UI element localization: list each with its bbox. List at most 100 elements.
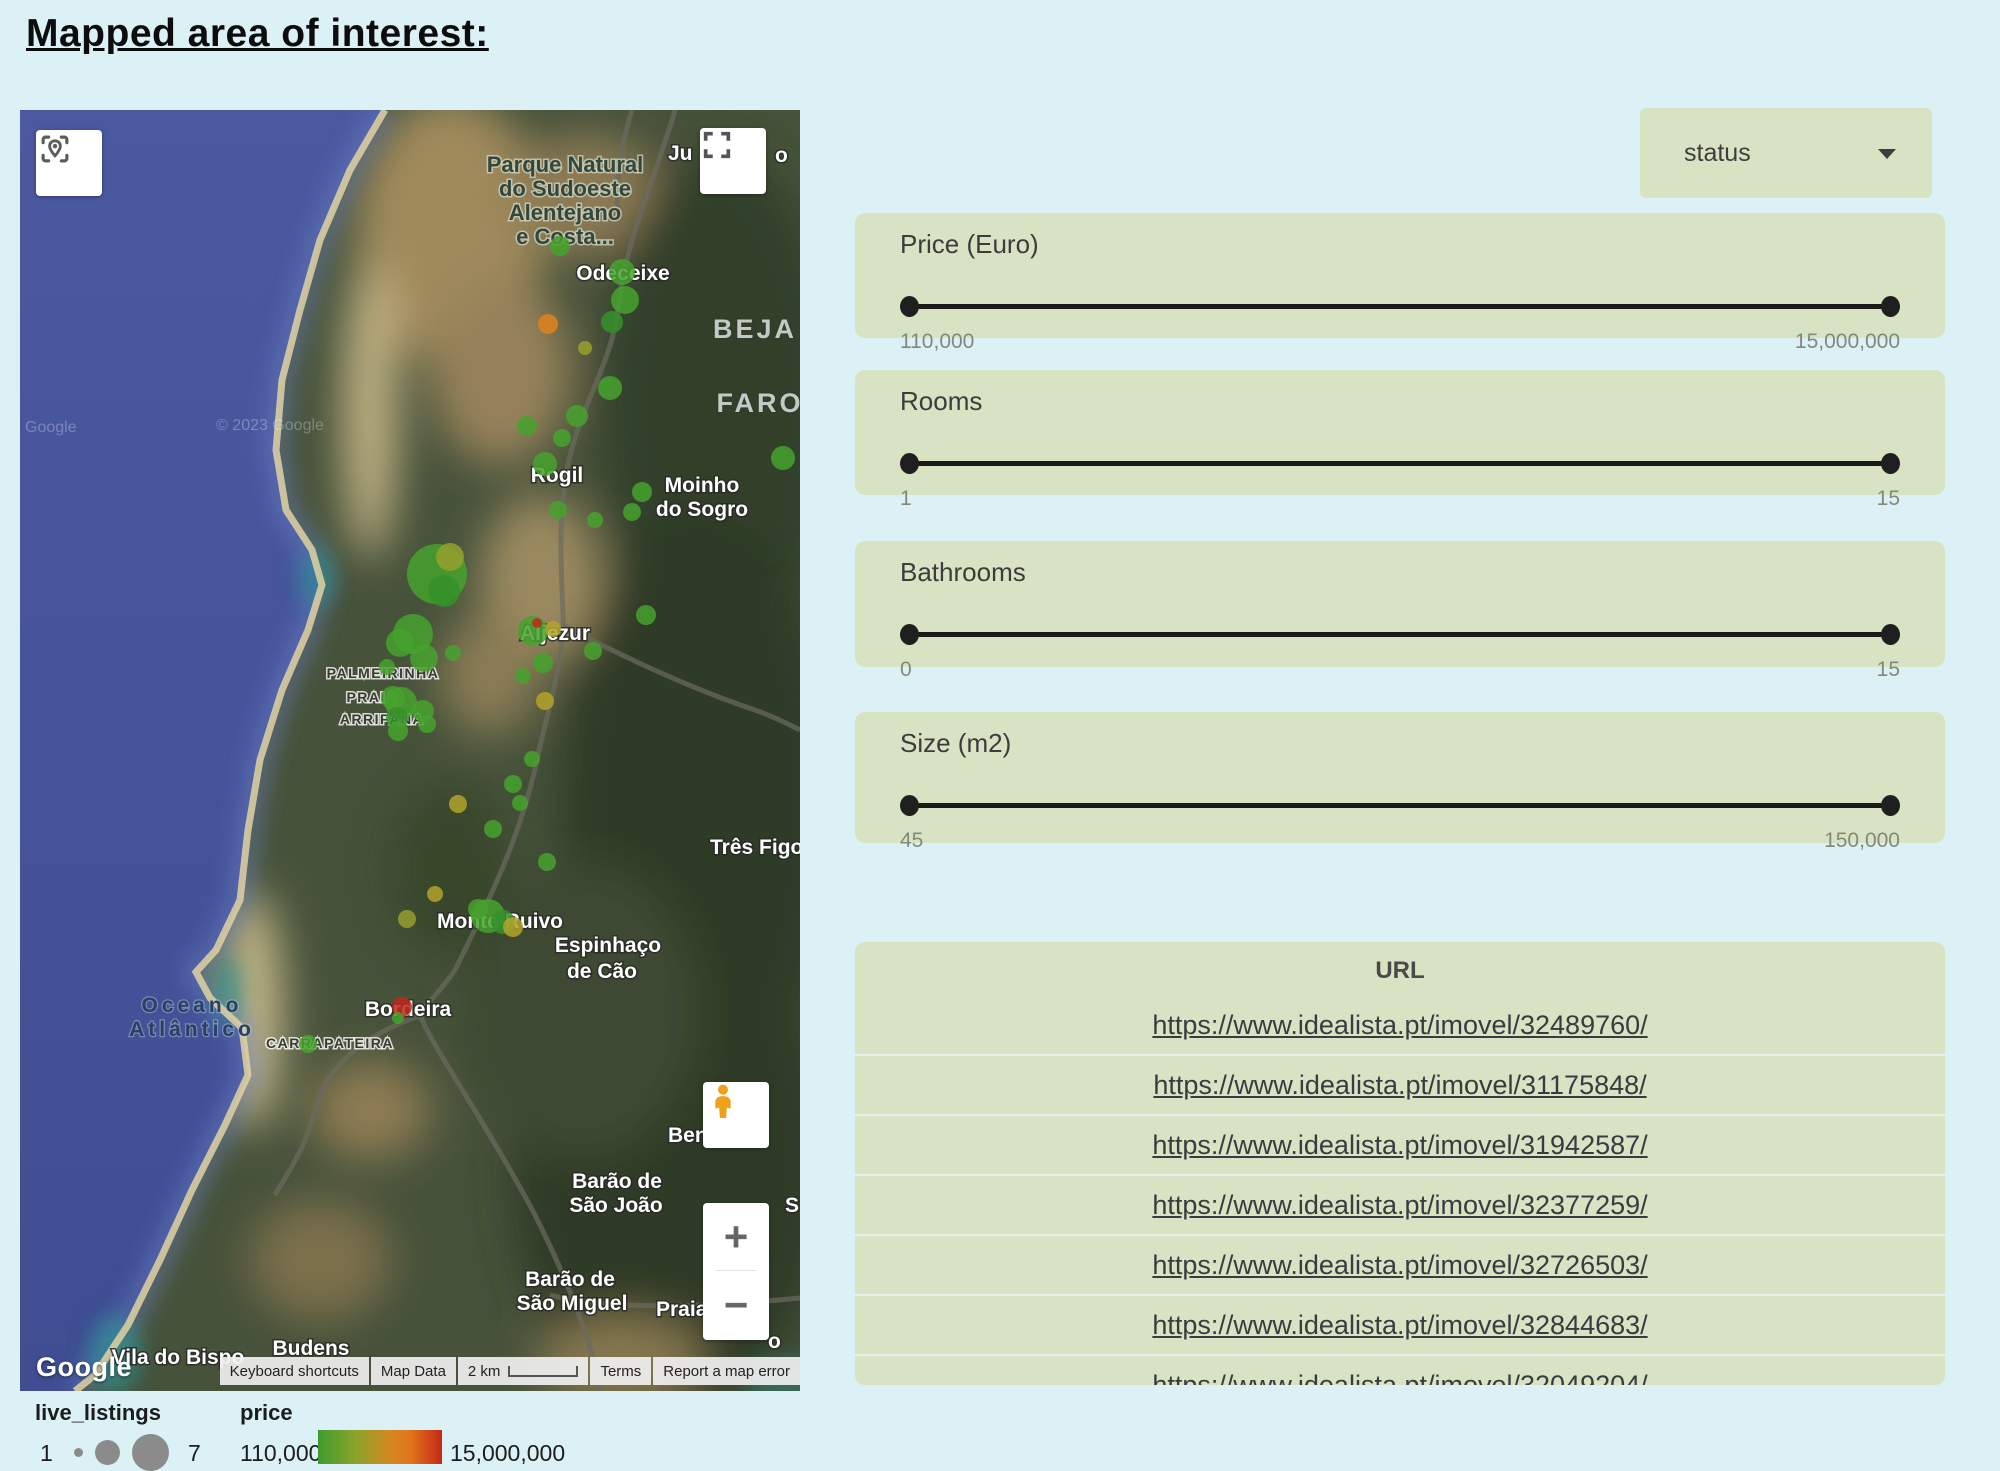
listing-link[interactable]: https://www.idealista.pt/imovel/32726503… (1152, 1250, 1647, 1281)
listing-link[interactable]: https://www.idealista.pt/imovel/31942587… (1152, 1130, 1647, 1161)
listing-marker[interactable] (584, 642, 602, 660)
listing-marker[interactable] (550, 236, 570, 256)
listing-marker[interactable] (538, 853, 556, 871)
listing-marker[interactable] (549, 501, 567, 519)
listing-marker[interactable] (636, 605, 656, 625)
url-table-header: URL (855, 946, 1945, 996)
bathrooms-max-handle[interactable] (1881, 624, 1900, 645)
zoom-in-button[interactable]: + (703, 1203, 769, 1270)
map-label: S (785, 1194, 799, 1217)
bathrooms-min-label: 0 (900, 658, 912, 682)
terms-link[interactable]: Terms (590, 1357, 651, 1385)
listing-link[interactable]: https://www.idealista.pt/imovel/32049204… (1152, 1370, 1647, 1386)
listing-marker[interactable] (587, 512, 603, 528)
size-slider[interactable] (900, 795, 1900, 815)
map-label: Praia (656, 1298, 708, 1321)
slider-track[interactable] (908, 632, 1892, 637)
listing-marker[interactable] (512, 795, 528, 811)
fullscreen-icon (700, 128, 734, 162)
listing-marker[interactable] (392, 1012, 404, 1024)
size-slider-label: Size (m2) (900, 728, 1900, 759)
price-max-handle[interactable] (1881, 296, 1900, 317)
map-label: Ben (668, 1124, 708, 1147)
listing-marker[interactable] (436, 543, 464, 571)
status-dropdown-label: status (1684, 139, 1751, 168)
rooms-max-handle[interactable] (1881, 453, 1900, 474)
map-label: Atlântico (129, 1018, 255, 1041)
report-map-error-link[interactable]: Report a map error (653, 1357, 800, 1385)
listing-marker[interactable] (533, 653, 553, 673)
listing-marker[interactable] (428, 575, 460, 607)
map-data-link[interactable]: Map Data (371, 1357, 456, 1385)
listing-link[interactable]: https://www.idealista.pt/imovel/32489760… (1152, 1010, 1647, 1041)
ocean (20, 110, 385, 1391)
listing-marker[interactable] (503, 917, 523, 937)
listing-marker[interactable] (533, 452, 557, 476)
listing-marker[interactable] (427, 886, 443, 902)
pegman-button[interactable] (703, 1082, 769, 1148)
listing-marker[interactable] (515, 668, 531, 684)
listing-link[interactable]: https://www.idealista.pt/imovel/32377259… (1152, 1190, 1647, 1221)
map-canvas[interactable]: Parque Naturaldo SudoesteAlentejanoe Cos… (20, 110, 800, 1391)
price-slider[interactable] (900, 296, 1900, 316)
map-label: Espinhaço (555, 934, 661, 957)
listing-marker[interactable] (598, 376, 622, 400)
legend-dot-medium (95, 1440, 120, 1465)
map-label: CARRAPATEIRA (266, 1035, 394, 1051)
zoom-control[interactable]: + − (703, 1203, 769, 1340)
listing-marker[interactable] (386, 629, 414, 657)
listing-marker[interactable] (388, 721, 408, 741)
listing-marker[interactable] (623, 503, 641, 521)
slider-track[interactable] (908, 304, 1892, 309)
listing-marker[interactable] (299, 1035, 317, 1053)
size-max-handle[interactable] (1881, 795, 1900, 816)
listing-marker[interactable] (566, 405, 588, 427)
rooms-slider[interactable] (900, 453, 1900, 473)
fullscreen-button[interactable] (700, 128, 766, 194)
listing-marker[interactable] (410, 644, 438, 672)
bathrooms-slider[interactable] (900, 624, 1900, 644)
listing-marker[interactable] (532, 618, 542, 628)
map-scale: 2 km (458, 1357, 589, 1385)
listing-marker[interactable] (611, 286, 639, 314)
listing-link[interactable]: https://www.idealista.pt/imovel/32844683… (1152, 1310, 1647, 1341)
table-row: https://www.idealista.pt/imovel/31175848… (855, 1054, 1945, 1114)
listing-marker[interactable] (445, 645, 461, 661)
size-min-handle[interactable] (900, 795, 919, 816)
listing-marker[interactable] (609, 259, 635, 285)
listing-marker[interactable] (504, 775, 522, 793)
listing-marker[interactable] (771, 446, 795, 470)
listing-marker[interactable] (517, 416, 537, 436)
listing-link[interactable]: https://www.idealista.pt/imovel/31175848… (1153, 1070, 1646, 1101)
map-label: do Sogro (656, 498, 748, 521)
status-dropdown[interactable]: status (1640, 108, 1932, 198)
map-label: o (768, 1330, 781, 1353)
listing-marker[interactable] (538, 314, 558, 334)
table-row: https://www.idealista.pt/imovel/32377259… (855, 1174, 1945, 1234)
zoom-out-button[interactable]: − (703, 1271, 769, 1338)
listing-marker[interactable] (545, 621, 561, 637)
price-max-label: 15,000,000 (1795, 330, 1900, 354)
listing-marker[interactable] (379, 659, 395, 675)
keyboard-shortcuts-link[interactable]: Keyboard shortcuts (220, 1357, 369, 1385)
listing-marker[interactable] (398, 910, 416, 928)
slider-track[interactable] (908, 461, 1892, 466)
price-min-handle[interactable] (900, 296, 919, 317)
listing-marker[interactable] (449, 795, 467, 813)
listing-marker[interactable] (484, 820, 502, 838)
legend-dot-small (74, 1448, 83, 1457)
listing-marker[interactable] (418, 715, 436, 733)
slider-track[interactable] (908, 803, 1892, 808)
scale-bar-icon (508, 1366, 578, 1377)
listing-marker[interactable] (601, 311, 623, 333)
map-label: o (775, 144, 788, 167)
listing-marker[interactable] (536, 692, 554, 710)
rooms-min-handle[interactable] (900, 453, 919, 474)
listing-marker[interactable] (578, 341, 592, 355)
listing-marker[interactable] (632, 482, 652, 502)
center-on-markers-button[interactable] (36, 130, 102, 196)
table-row: https://www.idealista.pt/imovel/32489760… (855, 996, 1945, 1054)
bathrooms-min-handle[interactable] (900, 624, 919, 645)
listing-marker[interactable] (524, 751, 540, 767)
listing-marker[interactable] (553, 429, 571, 447)
